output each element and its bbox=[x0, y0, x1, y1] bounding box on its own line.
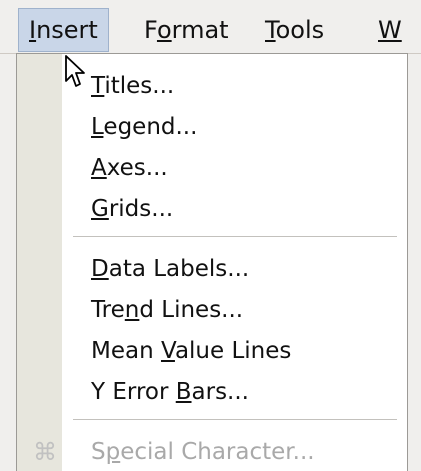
menu-tools-mnemonic: T bbox=[265, 16, 276, 44]
menu-item-legend-label: egend... bbox=[103, 114, 198, 140]
menu-format-rest: rmat bbox=[171, 16, 229, 44]
menu-item-axes[interactable]: Axes... bbox=[17, 150, 407, 186]
menu-item-axes-label: xes... bbox=[106, 155, 168, 181]
menu-item-trend-lines-pre: Tre bbox=[91, 297, 125, 323]
menu-item-legend[interactable]: Legend... bbox=[17, 109, 407, 145]
menu-item-data-labels-mnemonic: D bbox=[91, 256, 109, 282]
menu-item-special-character-mnemonic: p bbox=[105, 439, 121, 465]
menu-item-y-error-bars-label: ars... bbox=[191, 379, 249, 405]
menu-item-mean-value-lines-mnemonic: V bbox=[160, 338, 175, 364]
menu-item-data-labels[interactable]: Data Labels... bbox=[17, 251, 407, 287]
menu-window[interactable]: W bbox=[368, 10, 412, 50]
menu-item-trend-lines[interactable]: Trend Lines... bbox=[17, 292, 407, 328]
menu-window-mnemonic: W bbox=[378, 16, 402, 44]
menu-item-mean-value-lines[interactable]: Mean Value Lines bbox=[17, 333, 407, 369]
menu-format-mnemonic: o bbox=[156, 16, 172, 44]
menu-tools[interactable]: Tools bbox=[255, 10, 334, 50]
menu-item-y-error-bars-mnemonic: B bbox=[175, 379, 192, 405]
menu-item-special-character-label: ecial Character... bbox=[120, 439, 315, 465]
menu-insert[interactable]: Insert bbox=[18, 8, 109, 52]
menu-format-pre: F bbox=[144, 16, 157, 44]
menu-item-y-error-bars-pre: Y Error bbox=[91, 379, 176, 405]
menu-item-grids[interactable]: Grids... bbox=[17, 191, 407, 227]
menu-insert-rest: nsert bbox=[36, 16, 98, 44]
menu-item-mean-value-lines-label: alue Lines bbox=[174, 338, 292, 364]
menu-item-special-character-pre: S bbox=[91, 439, 106, 465]
menu-tools-rest: ools bbox=[275, 16, 325, 44]
menu-item-grids-label: rids... bbox=[108, 196, 174, 222]
menu-item-data-labels-label: ata Labels... bbox=[108, 256, 250, 282]
menu-item-titles-label: itles... bbox=[104, 73, 175, 99]
app-window: Insert Format Tools W Titles... Legend..… bbox=[0, 0, 421, 471]
menu-item-trend-lines-label: d Lines... bbox=[139, 297, 244, 323]
menu-separator bbox=[73, 236, 397, 237]
menu-item-axes-mnemonic: A bbox=[91, 155, 107, 181]
menubar: Insert Format Tools W bbox=[0, 0, 421, 54]
menu-item-titles-mnemonic: T bbox=[91, 73, 105, 99]
menu-item-trend-lines-mnemonic: n bbox=[124, 297, 140, 323]
menu-item-special-character[interactable]: Special Character... bbox=[17, 434, 407, 470]
mouse-pointer-icon bbox=[65, 55, 85, 87]
menu-format[interactable]: Format bbox=[134, 10, 239, 50]
menu-item-grids-mnemonic: G bbox=[91, 196, 109, 222]
insert-dropdown-menu: Titles... Legend... Axes... Grids... Dat… bbox=[16, 53, 408, 471]
menu-item-legend-mnemonic: L bbox=[91, 114, 104, 140]
menu-item-y-error-bars[interactable]: Y Error Bars... bbox=[17, 374, 407, 410]
menu-item-mean-value-lines-pre: Mean bbox=[91, 338, 161, 364]
menu-separator bbox=[73, 419, 397, 420]
